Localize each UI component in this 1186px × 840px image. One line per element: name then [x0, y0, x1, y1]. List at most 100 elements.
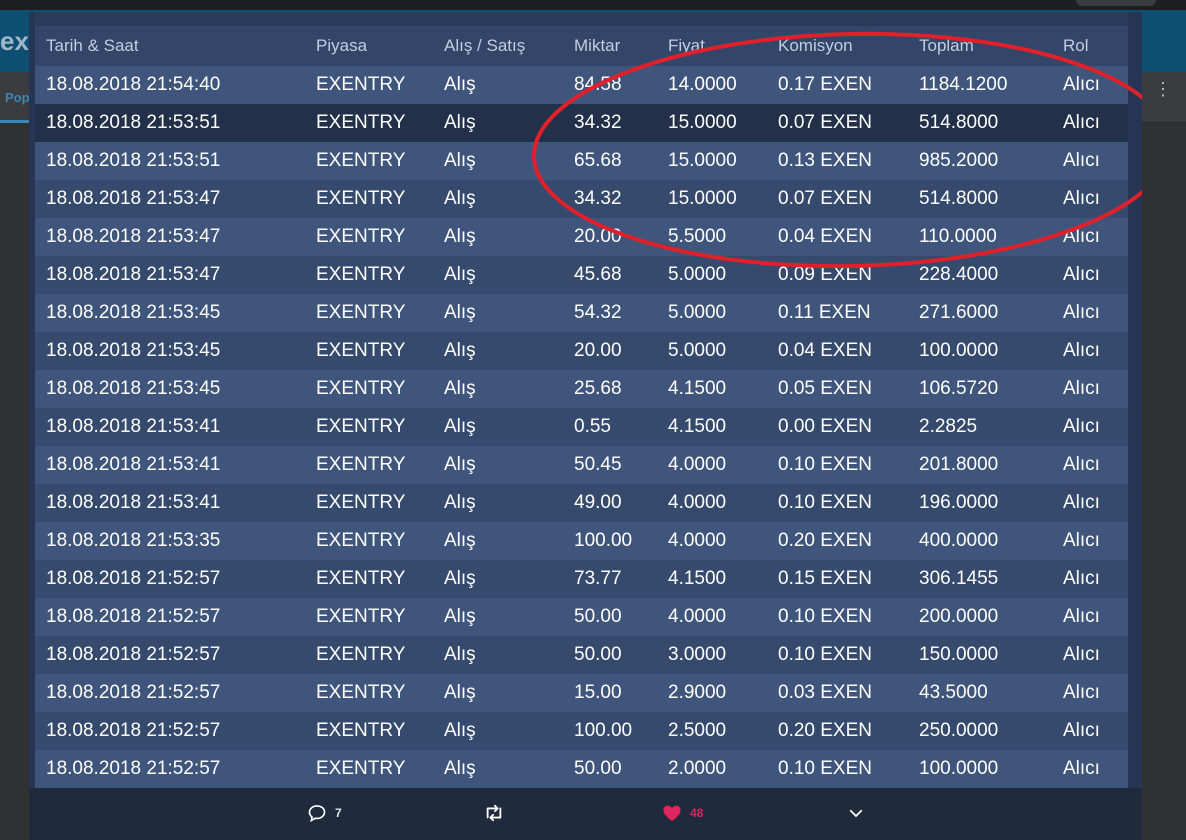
cell-role: Alıcı [1063, 408, 1128, 446]
column-header-role: Rol [1063, 26, 1128, 66]
table-row: 18.08.2018 21:53:47 EXENTRY Alış 34.32 15.00… [35, 180, 1128, 218]
cell-side: Alış [444, 294, 574, 332]
cell-market: EXENTRY [316, 104, 444, 142]
cell-total: 271.6000 [919, 294, 1063, 332]
column-header-date-time: Tarih & Saat [35, 26, 316, 66]
cell-total: 514.8000 [919, 180, 1063, 218]
table-row: 18.08.2018 21:52:57 EXENTRY Alış 50.00 4.000… [35, 598, 1128, 636]
cell-total: 228.4000 [919, 256, 1063, 294]
media-image[interactable]: Tarih & Saat Piyasa Alış / Satış Miktar … [29, 12, 1142, 788]
cell-fee: 0.17 EXEN [778, 66, 919, 104]
cell-role: Alıcı [1063, 142, 1128, 180]
cell-role: Alıcı [1063, 636, 1128, 674]
cell-side: Alış [444, 484, 574, 522]
cell-role: Alıcı [1063, 66, 1128, 104]
table-row: 18.08.2018 21:53:41 EXENTRY Alış 49.00 4.000… [35, 484, 1128, 522]
like-button[interactable]: 48 [662, 802, 703, 824]
chevron-down-icon [849, 809, 863, 817]
cell-price: 15.0000 [668, 104, 778, 142]
cell-role: Alıcı [1063, 256, 1128, 294]
cell-side: Alış [444, 104, 574, 142]
cell-role: Alıcı [1063, 674, 1128, 712]
table-header-row: Tarih & Saat Piyasa Alış / Satış Miktar … [35, 26, 1128, 66]
cell-side: Alış [444, 750, 574, 788]
background-logo: ex [0, 26, 29, 56]
table-row: 18.08.2018 21:53:47 EXENTRY Alış 45.68 5.000… [35, 256, 1128, 294]
cell-fee: 0.11 EXEN [778, 294, 919, 332]
cell-price: 4.1500 [668, 408, 778, 446]
cell-date-time: 18.08.2018 21:53:35 [35, 522, 316, 560]
cell-market: EXENTRY [316, 408, 444, 446]
column-header-amount: Miktar [574, 26, 668, 66]
table-row: 18.08.2018 21:52:57 EXENTRY Alış 100.00 2.50… [35, 712, 1128, 750]
cell-total: 196.0000 [919, 484, 1063, 522]
cell-role: Alıcı [1063, 218, 1128, 256]
cell-price: 4.0000 [668, 446, 778, 484]
cell-amount: 50.00 [574, 750, 668, 788]
cell-total: 306.1455 [919, 560, 1063, 598]
cell-side: Alış [444, 636, 574, 674]
cell-amount: 0.55 [574, 408, 668, 446]
table-row: 18.08.2018 21:52:57 EXENTRY Alış 50.00 2.000… [35, 750, 1128, 788]
cell-total: 514.8000 [919, 104, 1063, 142]
cell-market: EXENTRY [316, 674, 444, 712]
cell-side: Alış [444, 446, 574, 484]
column-header-market: Piyasa [316, 26, 444, 66]
cell-total: 43.5000 [919, 674, 1063, 712]
cell-amount: 20.00 [574, 332, 668, 370]
cell-date-time: 18.08.2018 21:53:45 [35, 332, 316, 370]
cell-total: 110.0000 [919, 218, 1063, 256]
table-row: 18.08.2018 21:52:57 EXENTRY Alış 73.77 4.150… [35, 560, 1128, 598]
cell-side: Alış [444, 142, 574, 180]
cell-date-time: 18.08.2018 21:53:47 [35, 180, 316, 218]
cell-amount: 65.68 [574, 142, 668, 180]
cell-side: Alış [444, 218, 574, 256]
table-row: 18.08.2018 21:53:51 EXENTRY Alış 34.32 15.00… [35, 104, 1128, 142]
cell-amount: 15.00 [574, 674, 668, 712]
cell-fee: 0.04 EXEN [778, 218, 919, 256]
cell-market: EXENTRY [316, 370, 444, 408]
cell-market: EXENTRY [316, 636, 444, 674]
cell-price: 14.0000 [668, 66, 778, 104]
cell-amount: 45.68 [574, 256, 668, 294]
cell-fee: 0.04 EXEN [778, 332, 919, 370]
reply-button[interactable]: 7 [307, 802, 342, 824]
cell-amount: 50.45 [574, 446, 668, 484]
cell-side: Alış [444, 66, 574, 104]
cell-role: Alıcı [1063, 104, 1128, 142]
cell-role: Alıcı [1063, 370, 1128, 408]
cell-fee: 0.10 EXEN [778, 446, 919, 484]
retweet-icon [486, 804, 502, 822]
reply-icon [308, 805, 326, 823]
like-count: 48 [690, 806, 704, 820]
more-button[interactable] [847, 802, 865, 824]
more-options-icon[interactable]: ⋮ [1154, 80, 1172, 98]
cell-price: 4.0000 [668, 598, 778, 636]
cell-date-time: 18.08.2018 21:52:57 [35, 750, 316, 788]
cell-total: 2.2825 [919, 408, 1063, 446]
cell-price: 5.0000 [668, 256, 778, 294]
cell-market: EXENTRY [316, 180, 444, 218]
reply-count: 7 [335, 806, 342, 820]
cell-total: 201.8000 [919, 446, 1063, 484]
table-row: 18.08.2018 21:53:45 EXENTRY Alış 54.32 5.000… [35, 294, 1128, 332]
retweet-button[interactable] [483, 802, 513, 824]
cell-role: Alıcı [1063, 446, 1128, 484]
cell-fee: 0.05 EXEN [778, 370, 919, 408]
cell-price: 15.0000 [668, 180, 778, 218]
cell-price: 2.9000 [668, 674, 778, 712]
cell-side: Alış [444, 560, 574, 598]
cell-date-time: 18.08.2018 21:52:57 [35, 560, 316, 598]
cell-fee: 0.20 EXEN [778, 522, 919, 560]
cell-total: 150.0000 [919, 636, 1063, 674]
cell-price: 4.0000 [668, 484, 778, 522]
background-tab-popular[interactable]: Pop [5, 90, 30, 105]
cell-fee: 0.13 EXEN [778, 142, 919, 180]
cell-price: 5.0000 [668, 294, 778, 332]
cell-market: EXENTRY [316, 218, 444, 256]
cell-amount: 100.00 [574, 712, 668, 750]
cell-amount: 54.32 [574, 294, 668, 332]
cell-date-time: 18.08.2018 21:52:57 [35, 598, 316, 636]
cell-market: EXENTRY [316, 484, 444, 522]
cell-price: 15.0000 [668, 142, 778, 180]
